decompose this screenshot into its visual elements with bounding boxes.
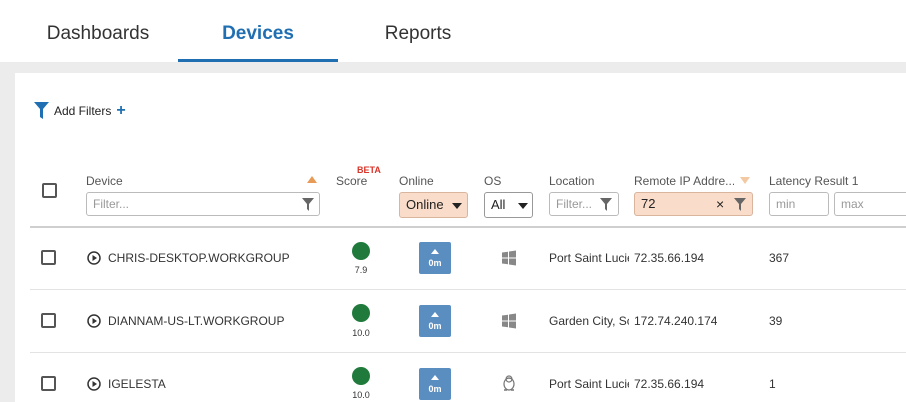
location-value: Port Saint Lucie — [549, 251, 629, 265]
play-circle-icon[interactable] — [87, 251, 101, 265]
online-filter-value: Online — [406, 197, 444, 212]
windows-icon — [502, 313, 516, 329]
clear-filter-icon[interactable]: × — [716, 196, 724, 212]
latency-value: 1 — [769, 377, 776, 391]
latency-min-input[interactable]: min — [769, 192, 829, 216]
play-circle-icon[interactable] — [87, 377, 101, 391]
tab-bar: Dashboards Devices Reports — [0, 0, 906, 62]
os-column-header[interactable]: OS — [484, 174, 501, 188]
latency-value: 39 — [769, 314, 783, 328]
remote-ip-filter-value: 72 — [641, 196, 656, 211]
row-checkbox[interactable] — [41, 250, 56, 265]
score-column-header[interactable]: Score — [336, 174, 367, 188]
tab-dashboards-label: Dashboards — [46, 23, 150, 44]
online-status-button[interactable]: 0m — [419, 305, 451, 337]
tab-dashboards[interactable]: Dashboards — [40, 0, 156, 62]
arrow-up-icon — [431, 249, 439, 254]
row-divider — [30, 352, 906, 353]
online-column-header[interactable]: Online — [399, 174, 434, 188]
select-all-checkbox[interactable] — [42, 183, 57, 198]
location-value: Garden City, Sc — [549, 314, 629, 328]
score-value: 10.0 — [352, 390, 370, 400]
sort-indicator-icon[interactable] — [740, 177, 750, 184]
latency-max-input[interactable]: max — [834, 192, 906, 216]
chevron-down-icon — [452, 203, 462, 209]
remote-ip-value: 72.35.66.194 — [634, 377, 705, 391]
add-filters-button[interactable]: Add Filters + — [34, 102, 126, 120]
plus-icon: + — [116, 102, 126, 119]
device-name[interactable]: IGELESTA — [108, 377, 166, 391]
device-column-header[interactable]: Device — [86, 174, 123, 188]
remote-ip-value: 172.74.240.174 — [634, 314, 718, 328]
os-filter-value: All — [491, 197, 506, 212]
play-circle-icon[interactable] — [87, 314, 101, 328]
chevron-down-icon — [518, 203, 528, 209]
latency-column-header[interactable]: Latency Result 1 — [769, 174, 858, 188]
funnel-icon[interactable] — [734, 198, 746, 211]
online-filter-dropdown[interactable]: Online — [399, 192, 468, 218]
arrow-up-icon — [431, 375, 439, 380]
score-status-dot — [352, 242, 370, 260]
device-name[interactable]: DIANNAM-US-LT.WORKGROUP — [108, 314, 284, 328]
funnel-icon[interactable] — [600, 198, 612, 211]
tab-reports-label: Reports — [384, 23, 452, 44]
row-checkbox[interactable] — [41, 313, 56, 328]
score-value: 10.0 — [352, 328, 370, 338]
sort-ascending-icon[interactable] — [307, 176, 317, 183]
filter-icon — [34, 102, 49, 119]
location-column-header[interactable]: Location — [549, 174, 594, 188]
tab-devices-label: Devices — [222, 23, 294, 44]
remote-ip-column-header[interactable]: Remote IP Addre... — [634, 174, 734, 188]
os-filter-dropdown[interactable]: All — [484, 192, 533, 218]
arrow-up-icon — [431, 312, 439, 317]
online-status-button[interactable]: 0m — [419, 242, 451, 274]
add-filters-label: Add Filters — [54, 104, 112, 118]
online-duration: 0m — [428, 384, 442, 394]
online-duration: 0m — [428, 258, 442, 268]
online-duration: 0m — [428, 321, 442, 331]
score-status-dot — [352, 367, 370, 385]
linux-icon — [503, 375, 515, 391]
funnel-icon[interactable] — [302, 198, 314, 211]
row-divider — [30, 289, 906, 290]
location-value: Port Saint Lucie — [549, 377, 629, 391]
device-name[interactable]: CHRIS-DESKTOP.WORKGROUP — [108, 251, 290, 265]
remote-ip-value: 72.35.66.194 — [634, 251, 705, 265]
score-status-dot — [352, 304, 370, 322]
latency-value: 367 — [769, 251, 790, 265]
tab-devices[interactable]: Devices — [178, 0, 338, 62]
device-filter-input[interactable]: Filter... — [86, 192, 320, 216]
windows-icon — [502, 250, 516, 266]
beta-badge: BETA — [357, 165, 381, 175]
header-divider — [30, 226, 906, 228]
online-status-button[interactable]: 0m — [419, 368, 451, 400]
row-checkbox[interactable] — [41, 376, 56, 391]
score-value: 7.9 — [354, 265, 368, 275]
tab-reports[interactable]: Reports — [370, 0, 466, 62]
